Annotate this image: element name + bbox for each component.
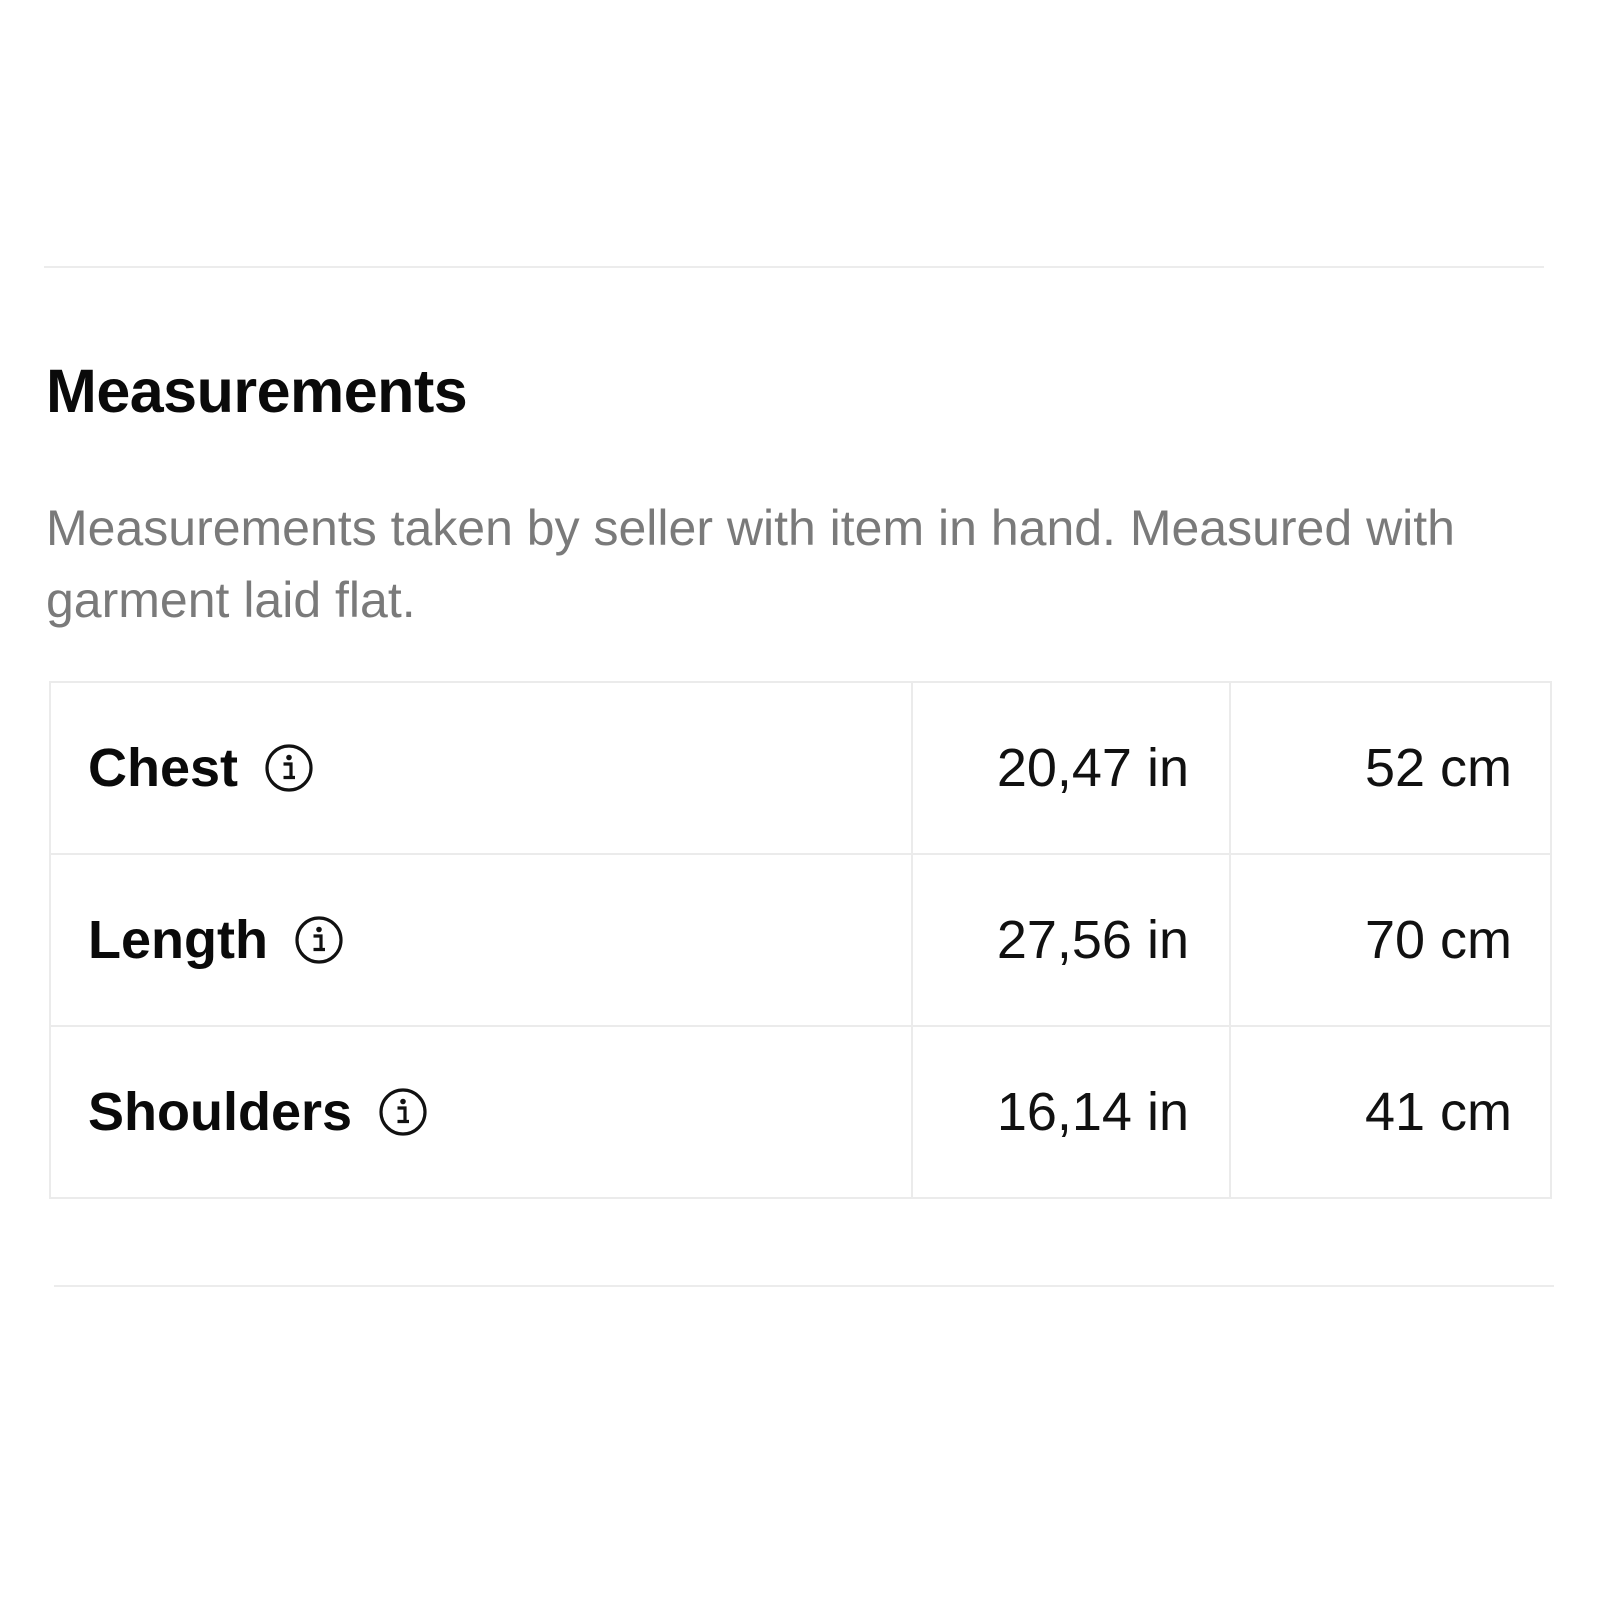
- centimeters-value: 52 cm: [1364, 738, 1512, 798]
- inches-value: 27,56 in: [996, 910, 1189, 970]
- inches-cell: 16,14 in: [913, 1027, 1231, 1197]
- top-divider: [44, 266, 1544, 268]
- centimeters-cell: 41 cm: [1231, 1027, 1550, 1197]
- table-row-length: Length 27,56 in 70 cm: [51, 855, 1550, 1027]
- label-cell: Length: [51, 855, 913, 1025]
- inches-value: 16,14 in: [996, 1082, 1189, 1142]
- info-icon[interactable]: [378, 1087, 428, 1137]
- inches-cell: 27,56 in: [913, 855, 1231, 1025]
- section-title: Measurements: [46, 357, 468, 425]
- measurement-label: Length: [88, 910, 268, 970]
- bottom-divider: [54, 1285, 1554, 1287]
- table-row-chest: Chest 20,47 in 52 cm: [51, 683, 1550, 855]
- inches-cell: 20,47 in: [913, 683, 1231, 853]
- label-cell: Shoulders: [51, 1027, 913, 1197]
- info-icon[interactable]: [294, 915, 344, 965]
- inches-value: 20,47 in: [996, 738, 1189, 798]
- table-row-shoulders: Shoulders 16,14 in 41 cm: [51, 1027, 1550, 1197]
- centimeters-value: 41 cm: [1364, 1082, 1512, 1142]
- centimeters-cell: 52 cm: [1231, 683, 1550, 853]
- section-description: Measurements taken by seller with item i…: [46, 500, 1455, 628]
- label-cell: Chest: [51, 683, 913, 853]
- measurement-label: Shoulders: [88, 1082, 353, 1142]
- measurements-table: Chest 20,47 in 52 cm Length 27,56 in 70 …: [49, 681, 1552, 1199]
- measurement-label: Chest: [88, 738, 239, 798]
- centimeters-value: 70 cm: [1364, 910, 1512, 970]
- info-icon[interactable]: [264, 743, 314, 793]
- centimeters-cell: 70 cm: [1231, 855, 1550, 1025]
